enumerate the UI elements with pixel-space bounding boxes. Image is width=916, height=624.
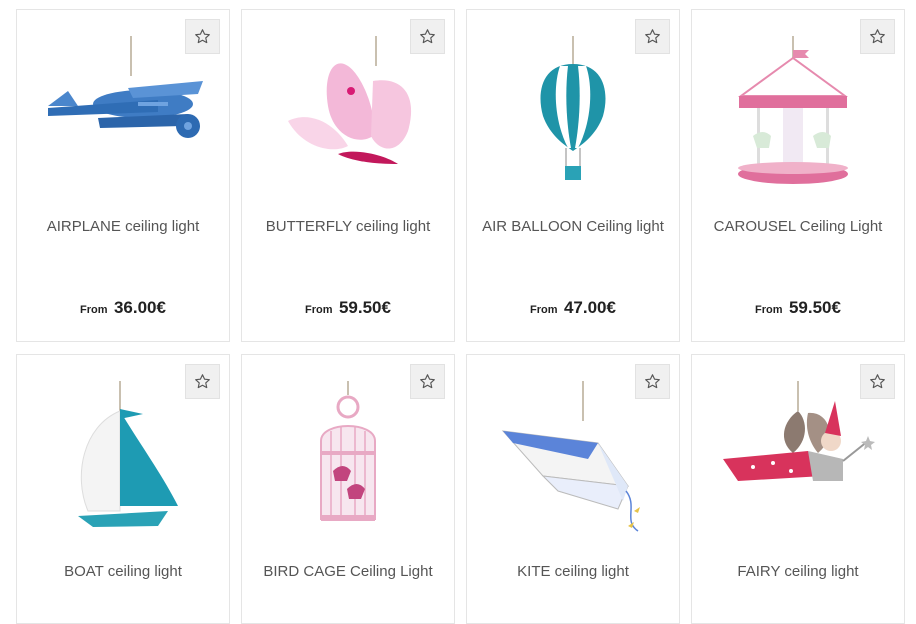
price-amount: 59.50€ bbox=[788, 298, 841, 317]
product-image[interactable] bbox=[242, 36, 454, 196]
price-amount: 47.00€ bbox=[563, 298, 616, 317]
product-card[interactable]: BOAT ceiling light bbox=[16, 354, 230, 624]
product-card[interactable]: BUTTERFLY ceiling light From 59.50€ bbox=[241, 9, 455, 342]
price-prefix: From bbox=[530, 304, 558, 316]
bird-cage-lamp-icon bbox=[320, 381, 376, 521]
product-card[interactable]: CAROUSEL Ceiling Light From 59.50€ bbox=[691, 9, 905, 342]
price-prefix: From bbox=[80, 304, 108, 316]
product-title[interactable]: AIRPLANE ceiling light bbox=[17, 218, 229, 235]
product-card[interactable]: FAIRY ceiling light bbox=[691, 354, 905, 624]
butterfly-lamp-icon bbox=[288, 36, 412, 164]
air-balloon-lamp-icon bbox=[540, 36, 606, 180]
product-price: From 36.00€ bbox=[17, 298, 229, 318]
kite-lamp-icon bbox=[501, 381, 640, 532]
price-prefix: From bbox=[755, 304, 783, 316]
price-amount: 59.50€ bbox=[338, 298, 391, 317]
product-image[interactable] bbox=[692, 381, 904, 541]
product-price: From 59.50€ bbox=[242, 298, 454, 318]
product-image[interactable] bbox=[17, 36, 229, 196]
airplane-lamp-icon bbox=[48, 36, 203, 138]
product-image[interactable] bbox=[467, 36, 679, 196]
carousel-lamp-icon bbox=[737, 36, 849, 184]
fairy-lamp-icon bbox=[723, 381, 875, 481]
product-card[interactable]: BIRD CAGE Ceiling Light bbox=[241, 354, 455, 624]
price-prefix: From bbox=[305, 304, 333, 316]
product-title[interactable]: KITE ceiling light bbox=[467, 563, 679, 580]
product-image[interactable] bbox=[17, 381, 229, 541]
product-title[interactable]: BUTTERFLY ceiling light bbox=[242, 218, 454, 235]
product-image[interactable] bbox=[467, 381, 679, 541]
product-card[interactable]: KITE ceiling light bbox=[466, 354, 680, 624]
product-card[interactable]: AIR BALLOON Ceiling light From 47.00€ bbox=[466, 9, 680, 342]
product-title[interactable]: CAROUSEL Ceiling Light bbox=[692, 218, 904, 235]
product-title[interactable]: FAIRY ceiling light bbox=[692, 563, 904, 580]
boat-lamp-icon bbox=[78, 381, 178, 527]
price-amount: 36.00€ bbox=[113, 298, 166, 317]
product-image[interactable] bbox=[242, 381, 454, 541]
product-image[interactable] bbox=[692, 36, 904, 196]
product-title[interactable]: BOAT ceiling light bbox=[17, 563, 229, 580]
product-card[interactable]: AIRPLANE ceiling light From 36.00€ bbox=[16, 9, 230, 342]
product-price: From 47.00€ bbox=[467, 298, 679, 318]
product-price: From 59.50€ bbox=[692, 298, 904, 318]
product-title[interactable]: AIR BALLOON Ceiling light bbox=[467, 218, 679, 235]
product-grid: AIRPLANE ceiling light From 36.00€ BUTTE… bbox=[0, 0, 916, 624]
product-title[interactable]: BIRD CAGE Ceiling Light bbox=[242, 563, 454, 580]
